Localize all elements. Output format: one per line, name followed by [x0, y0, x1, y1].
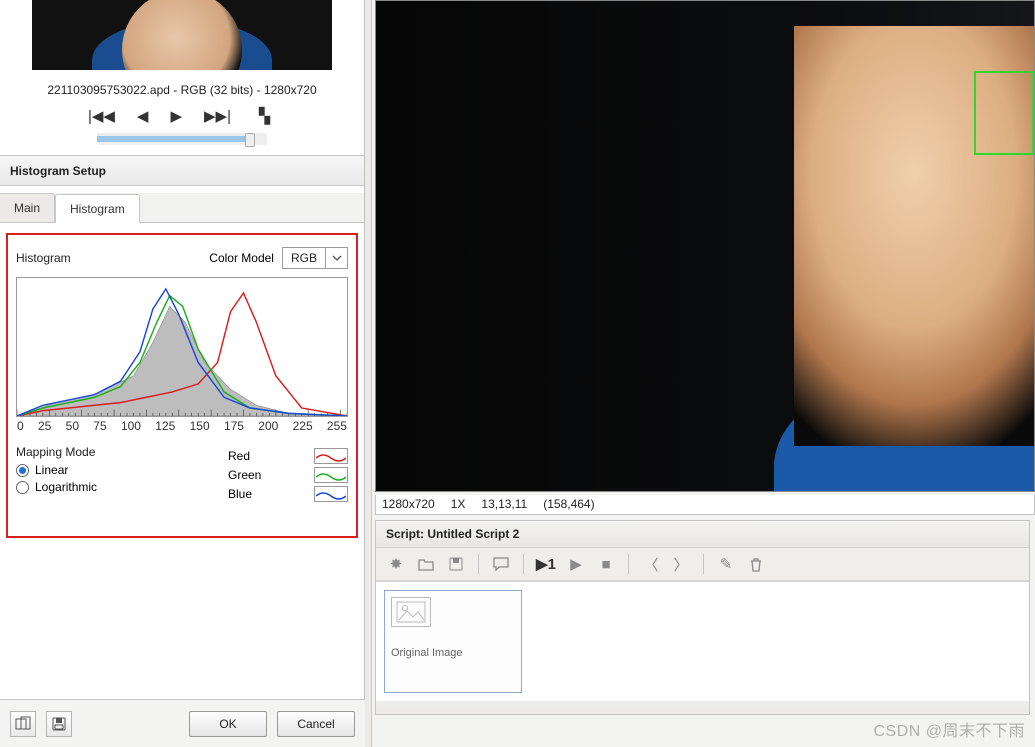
legend-red-swatch — [314, 448, 348, 464]
comment-icon[interactable] — [491, 554, 511, 574]
legend-red-label: Red — [228, 449, 250, 463]
axis-tick: 225 — [293, 419, 313, 433]
legend: Red Green Blue — [228, 445, 348, 505]
prev-step-icon[interactable]: 〈 — [641, 554, 661, 574]
axis-tick: 50 — [66, 419, 79, 433]
histogram-config-group: Histogram Color Model RGB 0 25 50 75 100… — [6, 233, 358, 538]
play-button[interactable]: ▶ — [170, 107, 182, 125]
cancel-button[interactable]: Cancel — [277, 711, 355, 737]
axis-tick: 150 — [190, 419, 210, 433]
face-detection-box — [974, 71, 1034, 155]
legend-blue-swatch — [314, 486, 348, 502]
script-panel: Script: Untitled Script 2 ✸ ▶1 ▶ ■ 〈 〉 ✎ — [375, 520, 1030, 715]
axis-tick: 255 — [327, 419, 347, 433]
axis-tick: 200 — [258, 419, 278, 433]
tab-histogram[interactable]: Histogram — [55, 194, 140, 223]
radio-icon — [16, 481, 29, 494]
status-rgb: 13,13,11 — [481, 497, 527, 512]
axis-tick: 75 — [93, 419, 106, 433]
delete-icon[interactable] — [746, 554, 766, 574]
save-icon[interactable] — [446, 554, 466, 574]
run-once-button[interactable]: ▶1 — [536, 554, 556, 574]
thumbnail-image — [32, 0, 332, 70]
color-model-select[interactable]: RGB — [282, 247, 348, 269]
thumbnail-file-label: 221103095753022.apd - RGB (32 bits) - 12… — [0, 83, 364, 97]
status-zoom: 1X — [451, 497, 466, 512]
radio-linear-label: Linear — [35, 463, 68, 477]
load-settings-button[interactable] — [10, 711, 36, 737]
image-viewer[interactable] — [375, 0, 1035, 492]
axis-tick: 125 — [155, 419, 175, 433]
splitter[interactable] — [365, 0, 372, 747]
axis-tick: 25 — [38, 419, 51, 433]
axis-tick: 175 — [224, 419, 244, 433]
script-title: Script: Untitled Script 2 — [376, 521, 1029, 548]
color-model-value: RGB — [283, 251, 325, 265]
left-panel: 221103095753022.apd - RGB (32 bits) - 12… — [0, 0, 365, 747]
script-toolbar: ✸ ▶1 ▶ ■ 〈 〉 ✎ — [376, 548, 1029, 581]
script-step-tile[interactable]: Original Image — [384, 590, 522, 693]
script-step-strip: Original Image — [376, 581, 1029, 701]
histogram-axis: 0 25 50 75 100 125 150 175 200 225 255 — [16, 419, 348, 433]
image-placeholder-icon — [391, 597, 431, 627]
run-button[interactable]: ▶ — [566, 554, 586, 574]
first-frame-button[interactable]: |◀◀ — [88, 107, 115, 125]
next-step-icon[interactable]: 〉 — [671, 554, 691, 574]
frame-slider[interactable] — [97, 133, 267, 145]
radio-logarithmic-label: Logarithmic — [35, 480, 97, 494]
viewer-status-bar: 1280x720 1X 13,13,11 (158,464) — [375, 495, 1035, 515]
radio-linear[interactable]: Linear — [16, 463, 228, 477]
axis-tick: 0 — [17, 419, 24, 433]
mapping-mode-label: Mapping Mode — [16, 445, 228, 459]
right-side: 1280x720 1X 13,13,11 (158,464) Script: U… — [365, 0, 1035, 747]
stop-button[interactable]: ■ — [596, 554, 616, 574]
thumbnail-area — [0, 0, 364, 70]
last-frame-button[interactable]: ▶▶| — [204, 107, 231, 125]
radio-icon — [16, 464, 29, 477]
mapping-mode-group: Mapping Mode Linear Logarithmic — [16, 445, 228, 505]
axis-tick: 100 — [121, 419, 141, 433]
tab-bar: Main Histogram — [0, 193, 364, 223]
legend-green-swatch — [314, 467, 348, 483]
new-step-icon[interactable]: ✸ — [386, 554, 406, 574]
open-icon[interactable] — [416, 554, 436, 574]
status-coords: (158,464) — [543, 497, 594, 512]
section-header-histogram-setup: Histogram Setup — [0, 155, 364, 186]
legend-blue-label: Blue — [228, 487, 252, 501]
tab-main[interactable]: Main — [0, 193, 55, 222]
color-model-label: Color Model — [209, 251, 274, 265]
histogram-plot — [16, 277, 348, 417]
radio-logarithmic[interactable]: Logarithmic — [16, 480, 228, 494]
playback-controls: |◀◀ ◀ ▶ ▶▶| ▝▖ — [0, 107, 364, 125]
script-step-caption: Original Image — [391, 647, 515, 659]
histogram-label: Histogram — [16, 251, 71, 265]
ok-button[interactable]: OK — [189, 711, 267, 737]
status-dimensions: 1280x720 — [382, 497, 435, 512]
save-settings-button[interactable] — [46, 711, 72, 737]
playback-extra-icon[interactable]: ▝▖ — [253, 107, 276, 125]
prev-frame-button[interactable]: ◀ — [137, 107, 149, 125]
dialog-bottom-bar: OK Cancel — [0, 699, 365, 747]
chevron-down-icon — [325, 247, 347, 269]
edit-icon[interactable]: ✎ — [716, 554, 736, 574]
legend-green-label: Green — [228, 468, 261, 482]
